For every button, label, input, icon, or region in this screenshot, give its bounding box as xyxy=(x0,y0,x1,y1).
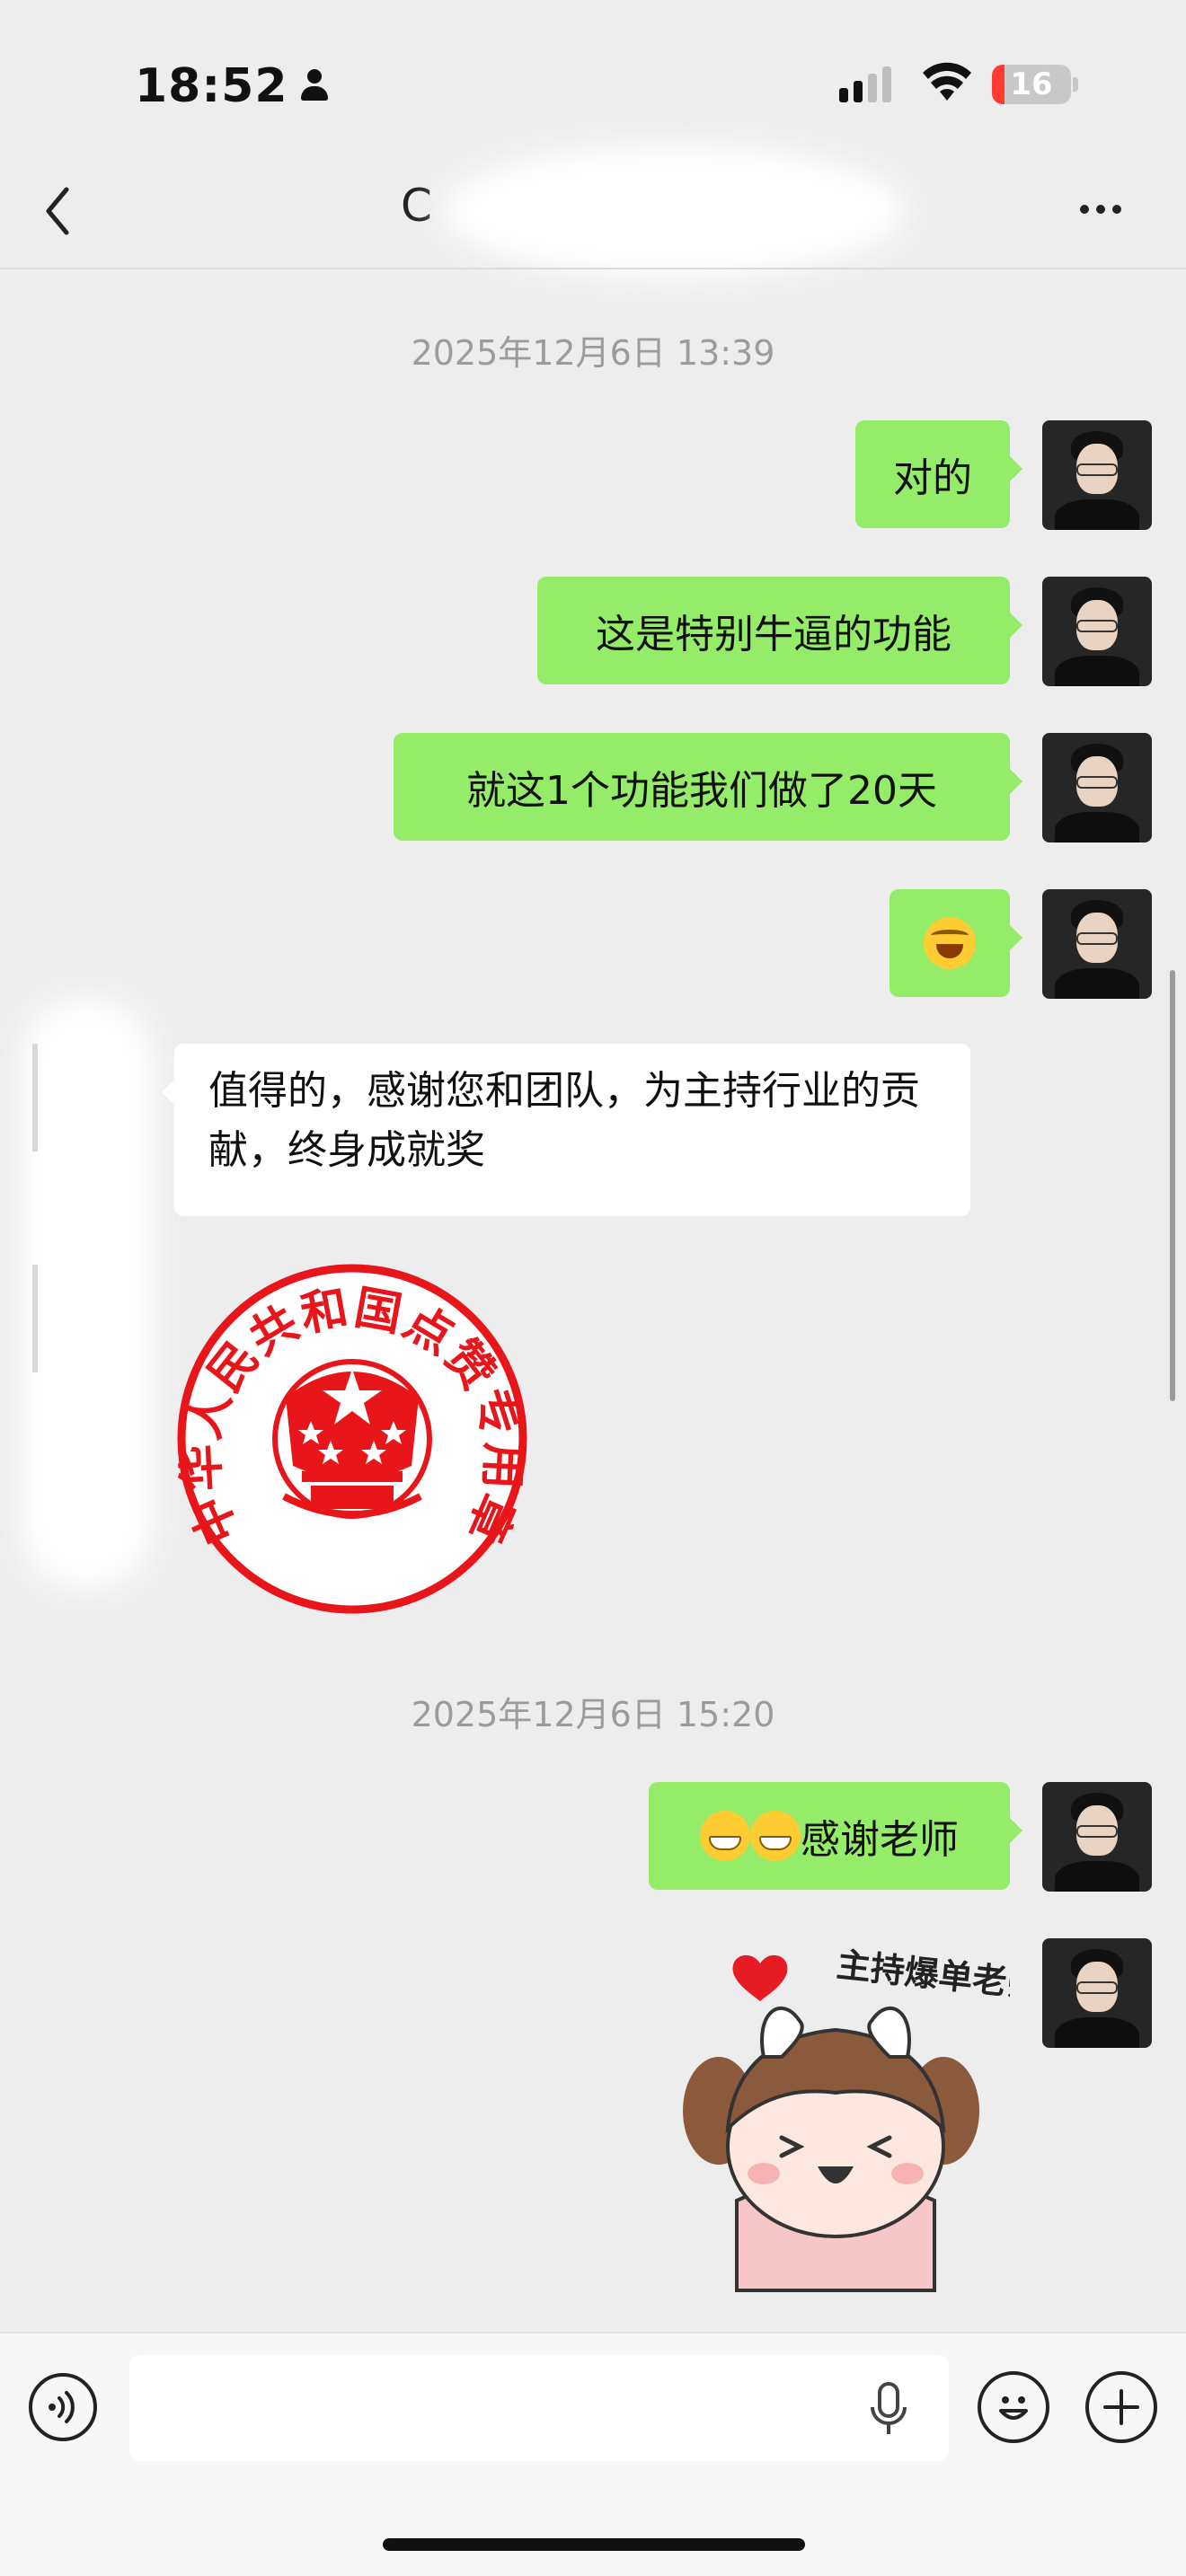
person-icon xyxy=(300,69,328,103)
cartoon-girl-sticker-icon: 主持爆单老师 xyxy=(683,1945,1042,2292)
voice-button[interactable] xyxy=(29,2373,97,2441)
plus-button[interactable] xyxy=(1085,2371,1157,2443)
battery-level: 16 xyxy=(1010,66,1053,102)
message-text: 对的 xyxy=(893,455,972,501)
scrollbar[interactable] xyxy=(1170,970,1175,1401)
status-time-text: 18:52 xyxy=(135,59,288,113)
sticker-message[interactable]: 主持爆单老师 xyxy=(665,1931,1042,2299)
plus-icon xyxy=(1103,2389,1139,2425)
more-button[interactable] xyxy=(1080,205,1121,214)
redacted-avatar-blur xyxy=(20,997,155,1590)
grinning-emoji-icon xyxy=(700,1811,750,1861)
avatar[interactable] xyxy=(1042,889,1152,999)
smiley-icon xyxy=(999,2396,1028,2420)
message-text: 就这1个功能我们做了20天 xyxy=(466,768,937,814)
timestamp: 2025年12月6日 15:20 xyxy=(411,1695,775,1734)
battery-icon: 16 xyxy=(992,65,1071,104)
national-emblem-seal-icon: 中华人民共和国点赞专用章 xyxy=(173,1264,529,1614)
seal-image-message[interactable]: 中华人民共和国点赞专用章 xyxy=(173,1263,529,1615)
laughing-crying-emoji-icon xyxy=(924,917,976,969)
redaction-blur xyxy=(440,144,907,278)
message-text: 这是特别牛逼的功能 xyxy=(596,612,951,657)
incoming-avatar-edge xyxy=(32,1044,38,1151)
timestamp: 2025年12月6日 13:39 xyxy=(411,333,775,373)
emoji-button[interactable] xyxy=(978,2371,1049,2443)
avatar[interactable] xyxy=(1042,420,1152,530)
avatar[interactable] xyxy=(1042,733,1152,842)
cellular-signal-icon xyxy=(839,66,891,102)
message-text: 感谢老师 xyxy=(801,1817,959,1863)
home-indicator xyxy=(383,2538,805,2551)
message-text: 值得的，感谢您和团队，为主持行业的贡献，终身成就奖 xyxy=(208,1068,920,1173)
outgoing-message[interactable]: 就这1个功能我们做了20天 xyxy=(394,733,1022,841)
outgoing-message[interactable]: 这是特别牛逼的功能 xyxy=(537,577,1022,684)
status-time: 18:52 xyxy=(135,59,328,113)
back-button[interactable] xyxy=(40,184,79,238)
battery-cap xyxy=(1073,77,1078,92)
nav-divider xyxy=(0,268,1186,269)
avatar[interactable] xyxy=(1042,577,1152,686)
outgoing-message[interactable] xyxy=(890,889,1022,997)
wifi-icon xyxy=(923,62,971,101)
message-input[interactable] xyxy=(129,2355,949,2461)
avatar[interactable] xyxy=(1042,1782,1152,1892)
microphone-icon[interactable] xyxy=(866,2380,911,2438)
incoming-avatar-edge xyxy=(32,1265,38,1372)
incoming-message[interactable]: 值得的，感谢您和团队，为主持行业的贡献，终身成就奖 xyxy=(162,1044,970,1216)
sticker-text: 主持爆单老师 xyxy=(835,1945,1010,2006)
sticker-text-line: 主持爆单老师 xyxy=(835,1945,1010,2006)
avatar[interactable] xyxy=(1042,1938,1152,2048)
outgoing-message[interactable]: 感谢老师 xyxy=(649,1782,1022,1890)
outgoing-message[interactable]: 对的 xyxy=(855,420,1022,528)
chat-title: C xyxy=(401,180,432,232)
voice-icon xyxy=(49,2391,75,2423)
grinning-emoji-icon xyxy=(750,1811,801,1861)
